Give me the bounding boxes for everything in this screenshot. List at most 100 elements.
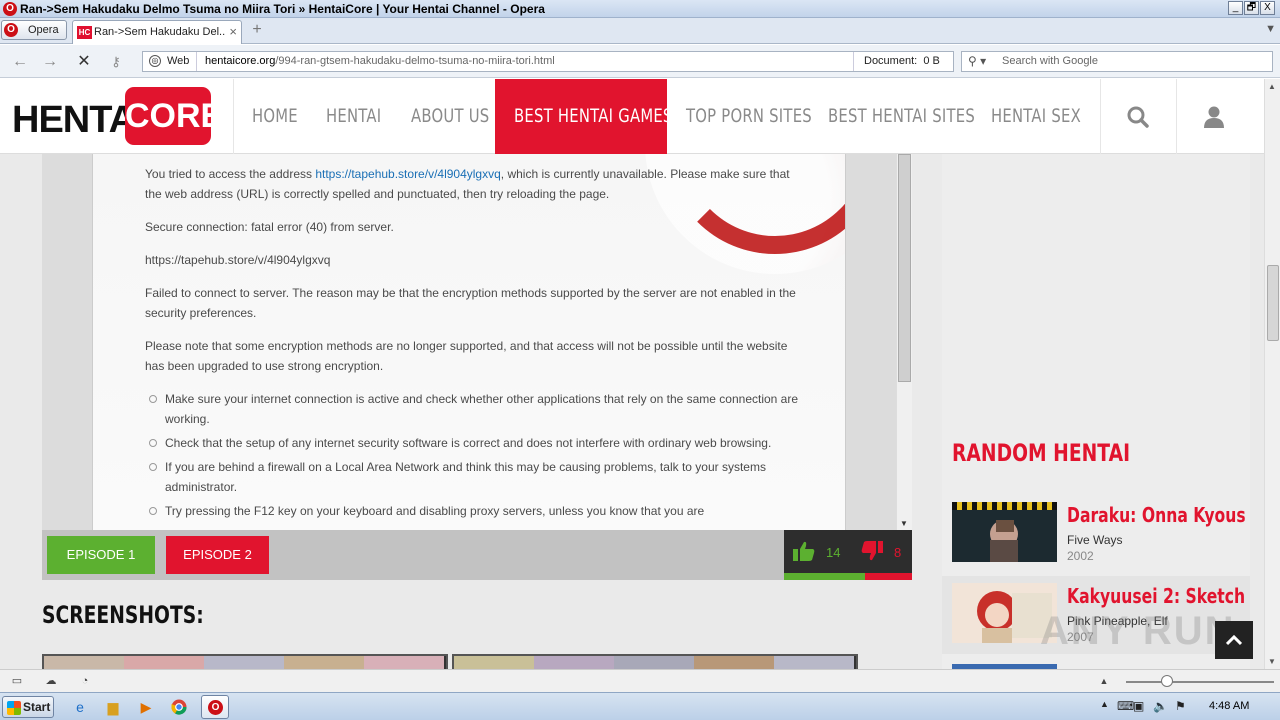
restore-button[interactable]: 🗗 xyxy=(1244,1,1259,15)
error-paragraph: Secure connection: fatal error (40) from… xyxy=(145,220,394,234)
page-viewport[interactable]: HENTAI CORE HOME HENTAI ABOUT US BEST HE… xyxy=(0,79,1264,669)
episodes-bar: EPISODE 1 EPISODE 2 xyxy=(42,530,912,580)
vote-ratio-bar xyxy=(784,573,912,580)
random-hentai-heading: RANDOM HENTAI xyxy=(952,439,1131,467)
error-url-link[interactable]: https://tapehub.store/v/4l904ylgxvq xyxy=(315,167,500,181)
site-header: HENTAI CORE HOME HENTAI ABOUT US BEST HE… xyxy=(0,79,1264,154)
search-placeholder: Search with Google xyxy=(1002,55,1098,67)
zoom-slider-knob[interactable] xyxy=(1161,675,1173,687)
item-studio: Five Ways xyxy=(1067,533,1123,547)
item-title[interactable]: Kakyuusei 2: Sketchbook xyxy=(1067,584,1245,608)
like-count: 14 xyxy=(826,545,841,560)
player-scrollbar[interactable]: ▼ xyxy=(896,154,912,530)
minimize-button[interactable]: _ xyxy=(1228,1,1243,15)
scroll-down-arrow-icon[interactable]: ▼ xyxy=(900,519,908,528)
opera-menu-icon: O xyxy=(4,23,18,37)
new-tab-button[interactable]: + xyxy=(248,21,266,39)
site-info-chip[interactable]: ◎ Web xyxy=(143,52,197,71)
nav-hentai[interactable]: HENTAI xyxy=(326,79,381,154)
stop-button[interactable]: ✕ xyxy=(74,52,94,72)
start-button[interactable]: Start xyxy=(2,696,54,718)
list-item: If you are behind a firewall on a Local … xyxy=(145,457,800,497)
document-size: Document: 0 B xyxy=(853,52,953,71)
dislike-count: 8 xyxy=(894,545,902,560)
nav-best-hentai-sites[interactable]: BEST HENTAI SITES xyxy=(828,79,975,154)
status-bar: ▭ ☁ ◔ ▲ xyxy=(0,669,1280,692)
taskbar: Start e ▆ ▶ O ▲ ⌨ ▣ 🔈 ⚑ 4:48 AM xyxy=(0,692,1280,720)
close-window-button[interactable]: X xyxy=(1260,1,1275,15)
nav-home[interactable]: HOME xyxy=(252,79,298,154)
tray-expand-icon[interactable]: ▲ xyxy=(1100,699,1109,709)
thumbs-up-icon[interactable] xyxy=(792,540,816,568)
nav-about-us[interactable]: ABOUT US xyxy=(411,79,489,154)
speed-dial-icon[interactable]: ◔ xyxy=(78,674,92,688)
episode-1-button[interactable]: EPISODE 1 xyxy=(47,536,155,574)
list-item[interactable]: Daraku: Onna Kyoushi H... Five Ways 2002 xyxy=(942,495,1250,573)
expand-up-icon[interactable]: ▲ xyxy=(1097,674,1111,688)
tab-list-chevron-icon[interactable]: ▼ xyxy=(1265,23,1276,35)
scroll-up-arrow-icon[interactable]: ▲ xyxy=(1268,82,1276,91)
vote-box: 14 8 xyxy=(784,530,912,580)
screenshots-heading: SCREENSHOTS: xyxy=(42,601,204,629)
opera-logo-icon: O xyxy=(3,2,17,16)
scrollbar-thumb[interactable] xyxy=(898,154,911,382)
zoom-slider[interactable] xyxy=(1126,681,1274,683)
nav-best-hentai-games[interactable]: BEST HENTAI GAMES xyxy=(514,79,673,154)
volume-icon[interactable]: 🔈 xyxy=(1153,699,1168,713)
nav-top-porn-sites[interactable]: TOP PORN SITES xyxy=(686,79,812,154)
internet-explorer-icon[interactable]: e xyxy=(69,697,91,717)
list-item: Check that the setup of any internet sec… xyxy=(145,433,800,453)
opera-menu-label: Opera xyxy=(28,24,59,36)
opera-menu-button[interactable]: O Opera xyxy=(1,20,67,40)
network-icon[interactable]: ▣ xyxy=(1133,699,1144,713)
page-scrollbar[interactable]: ▲ ▼ xyxy=(1264,79,1280,669)
key-icon[interactable]: ⚷ xyxy=(106,52,126,72)
error-paragraph: Please note that some encryption methods… xyxy=(145,339,788,373)
search-icon[interactable] xyxy=(1100,79,1175,154)
screenshot-strip[interactable] xyxy=(42,654,448,669)
clock[interactable]: 4:48 AM xyxy=(1209,700,1249,712)
nav-hentai-sex[interactable]: HENTAI SEX xyxy=(991,79,1081,154)
episode-2-button[interactable]: EPISODE 2 xyxy=(166,536,269,574)
action-center-flag-icon[interactable]: ⚑ xyxy=(1175,699,1186,713)
tab-close-icon[interactable]: × xyxy=(229,24,237,39)
back-to-top-button[interactable] xyxy=(1215,621,1253,659)
file-explorer-icon[interactable]: ▆ xyxy=(102,697,124,717)
screenshot-strip[interactable] xyxy=(452,654,858,669)
logo-text-core: CORE xyxy=(125,87,223,145)
url-text[interactable]: hentaicore.org/994-ran-gtsem-hakudaku-de… xyxy=(205,55,555,67)
media-player-icon[interactable]: ▶ xyxy=(135,697,157,717)
thumbs-down-icon[interactable] xyxy=(860,540,884,568)
watermark: ANY RUN xyxy=(1040,609,1236,653)
vote-ratio-fill xyxy=(784,573,866,580)
forward-button[interactable]: → xyxy=(40,52,60,72)
item-year: 2002 xyxy=(1067,549,1094,563)
scroll-down-arrow-icon[interactable]: ▼ xyxy=(1268,657,1276,666)
address-toolbar: ← → ✕ ⚷ ◎ Web hentaicore.org/994-ran-gts… xyxy=(0,45,1280,78)
tab-label: Ran->Sem Hakudaku Del... xyxy=(94,26,226,38)
item-title[interactable]: Daraku: Onna Kyoushi H... xyxy=(1067,503,1245,527)
window-titlebar: O Ran->Sem Hakudaku Delmo Tsuma no Miira… xyxy=(0,0,1280,18)
item-thumbnail[interactable] xyxy=(952,502,1057,562)
nav-divider xyxy=(233,79,234,154)
globe-icon: ◎ xyxy=(149,55,161,67)
keyboard-icon[interactable]: ⌨ xyxy=(1117,699,1134,713)
search-icon: ⚲ ▾ xyxy=(968,54,987,68)
panel-toggle-icon[interactable]: ▭ xyxy=(10,674,24,688)
search-field[interactable]: ⚲ ▾ Search with Google xyxy=(961,51,1273,72)
site-favicon-icon: HC xyxy=(77,26,92,39)
user-icon[interactable] xyxy=(1176,79,1251,154)
tab-active[interactable]: HC Ran->Sem Hakudaku Del... × xyxy=(72,20,242,44)
cloud-icon[interactable]: ☁ xyxy=(44,674,58,688)
error-paragraph: https://tapehub.store/v/4l904ylgxvq xyxy=(145,253,331,267)
tab-bar: O Opera HC Ran->Sem Hakudaku Del... × + … xyxy=(0,18,1280,44)
opera-taskbar-button[interactable]: O xyxy=(201,695,229,719)
error-paragraph: You tried to access the address https://… xyxy=(145,167,790,201)
back-button[interactable]: ← xyxy=(10,52,30,72)
scrollbar-thumb[interactable] xyxy=(1267,265,1279,341)
address-field[interactable]: ◎ Web hentaicore.org/994-ran-gtsem-hakud… xyxy=(142,51,954,72)
windows-logo-icon xyxy=(7,701,21,715)
error-paragraph: Failed to connect to server. The reason … xyxy=(145,286,796,320)
chrome-icon[interactable] xyxy=(168,697,190,717)
list-item: Try pressing the F12 key on your keyboar… xyxy=(145,501,800,521)
